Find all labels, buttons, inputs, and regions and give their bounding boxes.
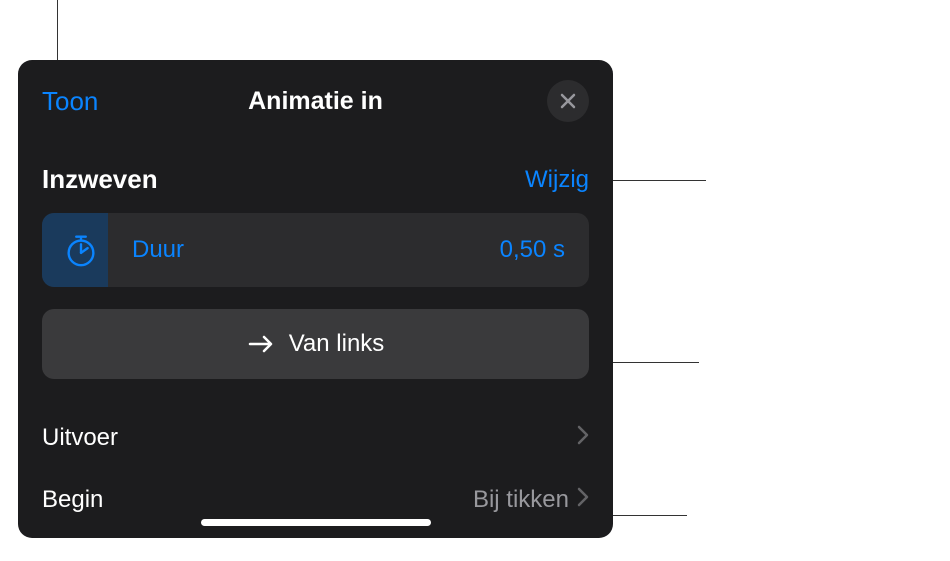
begin-label: Begin xyxy=(42,486,103,514)
home-indicator[interactable] xyxy=(201,519,431,526)
back-button[interactable]: Toon xyxy=(42,86,98,117)
direction-button[interactable]: Van links xyxy=(42,309,589,379)
panel-header: Toon Animatie in xyxy=(18,60,613,150)
callout-line-right-2 xyxy=(604,362,699,363)
section-header: Inzweven Wijzig xyxy=(18,150,613,213)
begin-value: Bij tikken xyxy=(473,486,569,514)
callout-line-right-1 xyxy=(611,180,706,181)
timer-icon xyxy=(62,231,100,269)
close-button[interactable] xyxy=(547,80,589,122)
animation-name: Inzweven xyxy=(42,164,158,195)
duration-slider[interactable]: Duur 0,50 s xyxy=(42,213,589,287)
close-icon xyxy=(559,92,577,110)
animation-panel: Toon Animatie in Inzweven Wijzig Duur 0,… xyxy=(18,60,613,538)
callout-line-top xyxy=(57,0,58,60)
chevron-right-icon xyxy=(577,487,589,513)
arrow-right-icon xyxy=(247,333,275,355)
edit-button[interactable]: Wijzig xyxy=(525,166,589,194)
panel-title: Animatie in xyxy=(248,87,383,116)
duration-value: 0,50 s xyxy=(500,236,565,264)
chevron-right-icon xyxy=(577,425,589,451)
duration-label: Duur xyxy=(132,236,184,264)
uitvoer-label: Uitvoer xyxy=(42,424,118,452)
direction-label: Van links xyxy=(289,330,385,358)
uitvoer-row[interactable]: Uitvoer xyxy=(18,407,613,469)
